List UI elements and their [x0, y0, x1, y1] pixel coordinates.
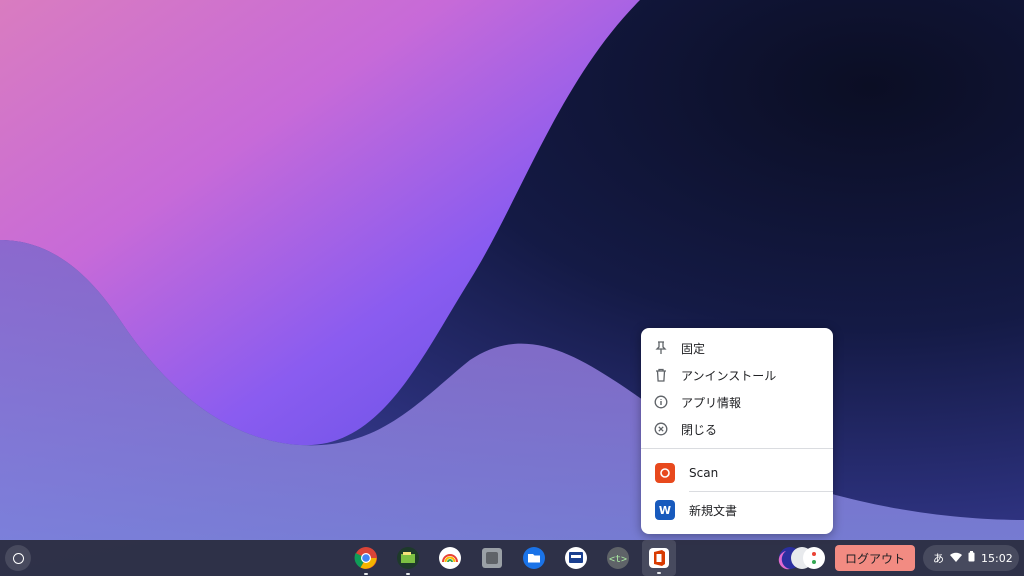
- wallpaper: [0, 0, 1024, 576]
- menu-item-app-info[interactable]: アプリ情報: [641, 389, 833, 415]
- scanner-app-icon[interactable]: [563, 545, 589, 571]
- menu-item-uninstall[interactable]: アンインストール: [641, 362, 833, 388]
- ime-indicator: あ: [933, 552, 944, 565]
- menu-shortcut-new-document[interactable]: W 新規文書: [641, 492, 833, 528]
- close-circle-icon: [653, 421, 669, 437]
- camera-icon: [655, 463, 675, 483]
- wifi-icon: [950, 552, 962, 565]
- pin-icon: [653, 340, 669, 356]
- battery-icon: [968, 551, 975, 565]
- menu-item-label: 固定: [681, 341, 706, 356]
- menu-divider: [641, 448, 833, 449]
- holding-space-tray[interactable]: [778, 545, 826, 571]
- clock: 15:02: [981, 551, 1013, 565]
- running-indicator: [657, 572, 661, 574]
- menu-item-label: 閉じる: [681, 422, 718, 437]
- menu-item-label: アンインストール: [681, 368, 777, 383]
- launcher-button[interactable]: [5, 545, 31, 571]
- launcher-icon: [12, 552, 24, 564]
- running-indicator: [406, 573, 410, 575]
- square-app-icon[interactable]: [479, 545, 505, 571]
- logout-button[interactable]: ログアウト: [835, 545, 915, 571]
- chrome-app-icon[interactable]: [353, 545, 379, 575]
- app-context-menu: 固定 アンインストール アプリ情報 閉じる Scan W 新規文書: [641, 328, 833, 534]
- trash-icon: [653, 367, 669, 383]
- status-tray[interactable]: あ 15:02: [923, 545, 1019, 571]
- terminal-app-icon[interactable]: <t>: [605, 545, 631, 571]
- menu-item-label: 新規文書: [689, 503, 738, 518]
- rainbow-app-icon[interactable]: [437, 545, 463, 571]
- menu-item-label: Scan: [689, 466, 719, 480]
- files-app-icon[interactable]: [521, 545, 547, 571]
- menu-item-label: アプリ情報: [681, 395, 742, 410]
- svg-text:<t>: <t>: [609, 554, 627, 565]
- shelf: <t> ログアウト あ 15:02: [0, 540, 1024, 576]
- menu-shortcut-scan[interactable]: Scan: [641, 455, 833, 491]
- running-indicator: [364, 573, 368, 575]
- office-app-icon[interactable]: [642, 540, 676, 576]
- menu-item-pin[interactable]: 固定: [641, 335, 833, 361]
- menu-item-close[interactable]: 閉じる: [641, 416, 833, 442]
- board-app-icon[interactable]: [395, 545, 421, 575]
- word-icon: W: [655, 500, 675, 520]
- wallpaper-wave: [0, 0, 1024, 576]
- info-icon: [653, 394, 669, 410]
